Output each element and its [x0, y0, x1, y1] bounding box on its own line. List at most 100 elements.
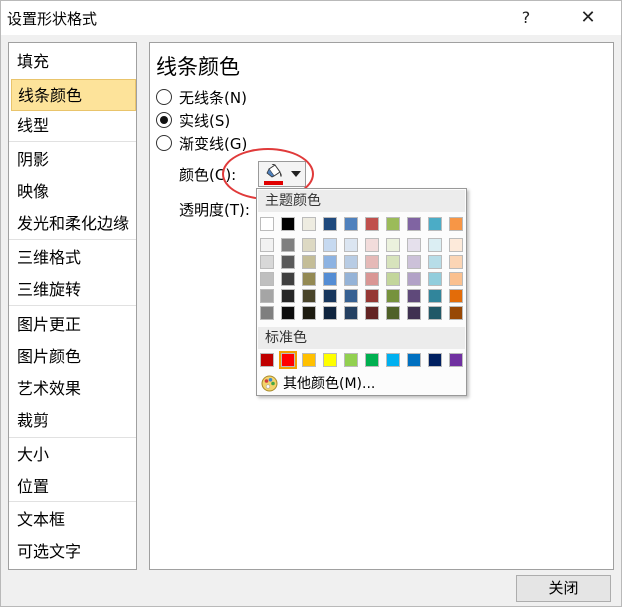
- more-colors-button[interactable]: 其他颜色(M)...: [261, 373, 375, 393]
- nav-item-8[interactable]: 图片更正: [9, 309, 136, 341]
- radio-solid-line[interactable]: 实线(S): [156, 109, 230, 131]
- format-shape-dialog: 设置形状格式 ? ✕ 填充 线条颜色 线型 阴影 映像 发光和柔化边缘 三维格式 三维旋转 图片…: [0, 0, 622, 607]
- theme-shade-swatch[interactable]: [449, 238, 463, 252]
- theme-color-swatch[interactable]: [449, 217, 463, 231]
- theme-shade-swatch[interactable]: [344, 289, 358, 303]
- theme-shade-swatch[interactable]: [407, 255, 421, 269]
- theme-shade-swatch[interactable]: [260, 255, 274, 269]
- theme-shade-swatch[interactable]: [428, 272, 442, 286]
- theme-shade-swatch[interactable]: [449, 255, 463, 269]
- close-button[interactable]: 关闭: [516, 575, 611, 602]
- theme-shade-swatch[interactable]: [323, 238, 337, 252]
- theme-shade-swatch[interactable]: [407, 272, 421, 286]
- theme-shade-swatch[interactable]: [302, 306, 316, 320]
- nav-item-10[interactable]: 艺术效果: [9, 373, 136, 405]
- theme-shade-swatch[interactable]: [344, 255, 358, 269]
- nav-item-7[interactable]: 三维旋转: [9, 274, 136, 306]
- theme-shade-swatch[interactable]: [365, 289, 379, 303]
- theme-shade-swatch[interactable]: [302, 238, 316, 252]
- theme-shade-swatch[interactable]: [344, 272, 358, 286]
- radio-gradient-line[interactable]: 渐变线(G): [156, 132, 247, 154]
- theme-shade-swatch[interactable]: [260, 238, 274, 252]
- transparency-label: 透明度(T):: [179, 201, 250, 219]
- radio-gradient-line-circle[interactable]: [156, 135, 172, 151]
- theme-shade-swatch[interactable]: [281, 272, 295, 286]
- theme-shade-swatch[interactable]: [365, 272, 379, 286]
- nav-item-14[interactable]: 文本框: [9, 504, 136, 536]
- theme-shade-swatch[interactable]: [407, 306, 421, 320]
- nav-item-4[interactable]: 映像: [9, 176, 136, 208]
- theme-shade-swatch[interactable]: [407, 238, 421, 252]
- standard-color-swatch[interactable]: [407, 353, 421, 367]
- theme-color-swatch[interactable]: [302, 217, 316, 231]
- nav-item-0[interactable]: 填充: [9, 46, 136, 78]
- theme-shade-swatch[interactable]: [260, 306, 274, 320]
- theme-shade-swatch[interactable]: [281, 238, 295, 252]
- theme-shade-swatch[interactable]: [260, 272, 274, 286]
- theme-shade-swatch[interactable]: [407, 289, 421, 303]
- nav-item-6[interactable]: 三维格式: [9, 242, 136, 274]
- standard-color-swatch[interactable]: [365, 353, 379, 367]
- theme-shade-swatch[interactable]: [260, 289, 274, 303]
- standard-color-swatch[interactable]: [260, 353, 274, 367]
- theme-shade-swatch[interactable]: [323, 272, 337, 286]
- standard-color-swatch[interactable]: [428, 353, 442, 367]
- theme-shade-swatch[interactable]: [428, 255, 442, 269]
- theme-shade-swatch[interactable]: [449, 289, 463, 303]
- nav-separator: [9, 437, 136, 438]
- theme-shade-swatch[interactable]: [302, 272, 316, 286]
- theme-shade-swatch[interactable]: [365, 306, 379, 320]
- theme-shade-swatch[interactable]: [428, 289, 442, 303]
- nav-item-12[interactable]: 大小: [9, 439, 136, 471]
- nav-item-1[interactable]: 线条颜色: [11, 79, 136, 111]
- theme-shade-swatch[interactable]: [386, 272, 400, 286]
- theme-shade-swatch[interactable]: [449, 306, 463, 320]
- theme-shade-swatch[interactable]: [449, 272, 463, 286]
- theme-shade-swatch[interactable]: [281, 255, 295, 269]
- theme-color-swatch[interactable]: [281, 217, 295, 231]
- standard-color-swatch[interactable]: [449, 353, 463, 367]
- nav-item-2[interactable]: 线型: [9, 110, 136, 142]
- nav-item-9[interactable]: 图片颜色: [9, 341, 136, 373]
- theme-color-swatch[interactable]: [344, 217, 358, 231]
- nav-item-15[interactable]: 可选文字: [9, 536, 136, 568]
- theme-shade-swatch[interactable]: [344, 306, 358, 320]
- theme-color-swatch[interactable]: [428, 217, 442, 231]
- help-button[interactable]: ?: [511, 5, 541, 31]
- nav-item-3[interactable]: 阴影: [9, 144, 136, 176]
- theme-color-swatch[interactable]: [323, 217, 337, 231]
- theme-shade-swatch[interactable]: [323, 306, 337, 320]
- radio-no-line[interactable]: 无线条(N): [156, 86, 247, 108]
- theme-color-swatch[interactable]: [407, 217, 421, 231]
- theme-color-swatch[interactable]: [386, 217, 400, 231]
- theme-shade-swatch[interactable]: [365, 255, 379, 269]
- theme-color-swatch[interactable]: [365, 217, 379, 231]
- theme-shade-swatch[interactable]: [302, 255, 316, 269]
- standard-color-swatch[interactable]: [302, 353, 316, 367]
- nav-item-5[interactable]: 发光和柔化边缘: [9, 208, 136, 240]
- radio-solid-line-circle[interactable]: [156, 112, 172, 128]
- theme-shade-swatch[interactable]: [365, 238, 379, 252]
- theme-shade-swatch[interactable]: [386, 238, 400, 252]
- radio-no-line-circle[interactable]: [156, 89, 172, 105]
- standard-color-swatch[interactable]: [344, 353, 358, 367]
- radio-gradient-line-label: 渐变线(G): [179, 134, 248, 153]
- standard-color-swatch[interactable]: [386, 353, 400, 367]
- theme-shade-swatch[interactable]: [344, 238, 358, 252]
- theme-shade-swatch[interactable]: [323, 289, 337, 303]
- theme-shade-swatch[interactable]: [323, 255, 337, 269]
- theme-shade-swatch[interactable]: [386, 289, 400, 303]
- theme-shade-swatch[interactable]: [386, 306, 400, 320]
- theme-shade-swatch[interactable]: [428, 238, 442, 252]
- standard-color-swatch[interactable]: [279, 351, 297, 369]
- nav-item-13[interactable]: 位置: [9, 471, 136, 503]
- close-icon[interactable]: ✕: [573, 5, 603, 31]
- theme-shade-swatch[interactable]: [386, 255, 400, 269]
- theme-shade-swatch[interactable]: [281, 306, 295, 320]
- theme-color-swatch[interactable]: [260, 217, 274, 231]
- nav-item-11[interactable]: 裁剪: [9, 405, 136, 437]
- theme-shade-swatch[interactable]: [302, 289, 316, 303]
- theme-shade-swatch[interactable]: [281, 289, 295, 303]
- standard-color-swatch[interactable]: [323, 353, 337, 367]
- theme-shade-swatch[interactable]: [428, 306, 442, 320]
